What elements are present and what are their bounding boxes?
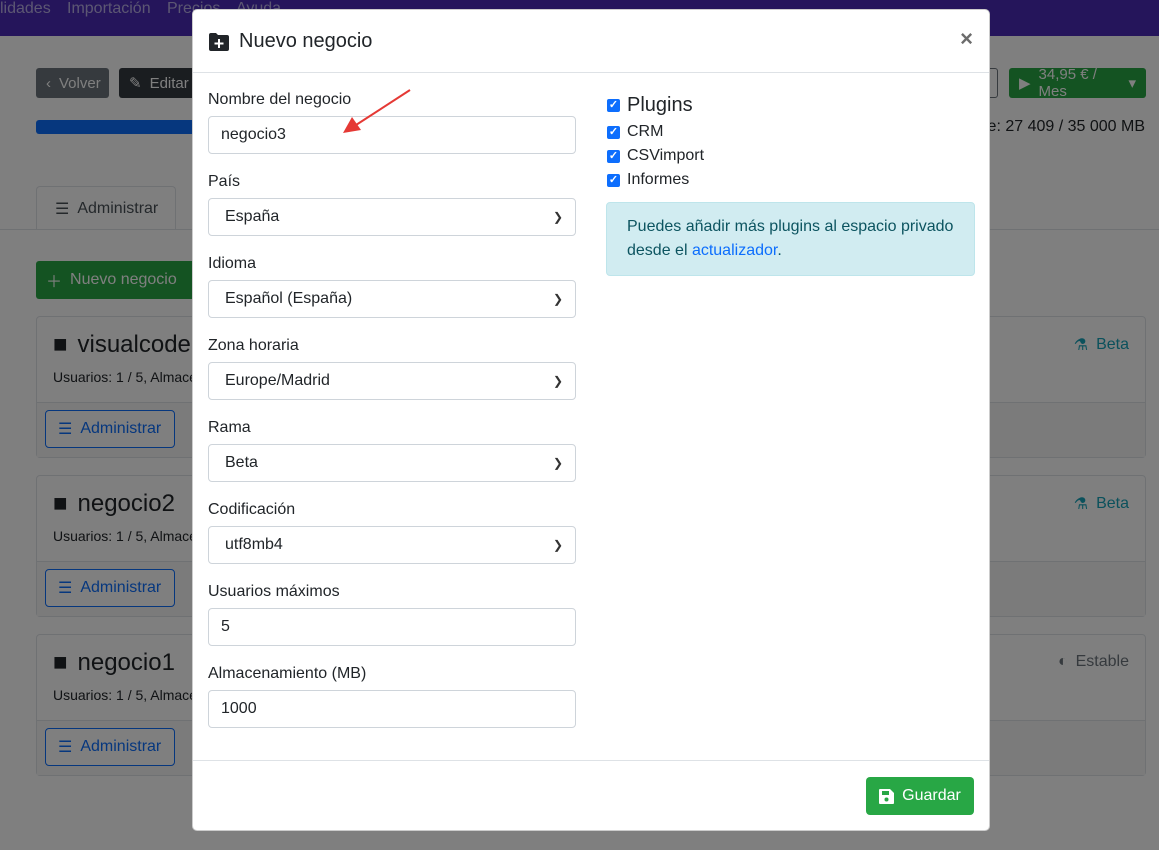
save-button[interactable]: Guardar bbox=[866, 777, 974, 815]
modal-title: Nuevo negocio bbox=[239, 30, 373, 52]
language-select[interactable]: Español (España) ❯ bbox=[208, 280, 576, 318]
plugin-csvimport[interactable]: ✓ CSVimport bbox=[607, 144, 704, 168]
plugins-info-alert: Puedes añadir más plugins al espacio pri… bbox=[606, 202, 975, 276]
plugins-checkbox-row[interactable]: ✓ Plugins bbox=[607, 90, 704, 120]
checkbox-checked[interactable]: ✓ bbox=[607, 173, 620, 187]
max-users-input[interactable]: 5 bbox=[208, 608, 576, 646]
language-label: Idioma bbox=[208, 255, 257, 272]
checkbox-checked[interactable]: ✓ bbox=[607, 98, 620, 112]
encoding-label: Codificación bbox=[208, 501, 296, 518]
new-business-modal: Nuevo negocio × Nombre del negocio negoc… bbox=[192, 9, 990, 831]
modal-header: Nuevo negocio × bbox=[193, 10, 989, 73]
checkbox-checked[interactable]: ✓ bbox=[607, 125, 620, 139]
country-label: País bbox=[208, 173, 241, 190]
plugin-informes[interactable]: ✓ Informes bbox=[607, 168, 704, 192]
save-icon bbox=[879, 788, 895, 804]
plugin-crm[interactable]: ✓ CRM bbox=[607, 120, 704, 144]
encoding-select[interactable]: utf8mb4 ❯ bbox=[208, 526, 576, 564]
actualizador-link[interactable]: actualizador bbox=[692, 242, 777, 259]
folder-plus-icon bbox=[209, 32, 229, 51]
chevron-down-icon: ❯ bbox=[552, 538, 563, 552]
country-select[interactable]: España ❯ bbox=[208, 198, 576, 236]
chevron-down-icon: ❯ bbox=[552, 210, 563, 224]
chevron-down-icon: ❯ bbox=[552, 292, 563, 306]
checkbox-checked[interactable]: ✓ bbox=[607, 149, 620, 163]
plugins-heading: Plugins bbox=[627, 93, 693, 116]
branch-label: Rama bbox=[208, 419, 251, 436]
chevron-down-icon: ❯ bbox=[552, 374, 563, 388]
name-label: Nombre del negocio bbox=[208, 91, 352, 108]
plugins-list: ✓ Plugins ✓ CRM ✓ CSVimport ✓ Informes bbox=[607, 90, 704, 192]
storage-input[interactable]: 1000 bbox=[208, 690, 576, 728]
close-icon[interactable]: × bbox=[960, 26, 973, 52]
chevron-down-icon: ❯ bbox=[552, 456, 563, 470]
business-name-input[interactable]: negocio3 bbox=[208, 116, 576, 154]
branch-select[interactable]: Beta ❯ bbox=[208, 444, 576, 482]
max-users-label: Usuarios máximos bbox=[208, 583, 340, 600]
timezone-label: Zona horaria bbox=[208, 337, 299, 354]
timezone-select[interactable]: Europe/Madrid ❯ bbox=[208, 362, 576, 400]
storage-label: Almacenamiento (MB) bbox=[208, 665, 367, 682]
modal-footer-divider bbox=[193, 760, 989, 761]
